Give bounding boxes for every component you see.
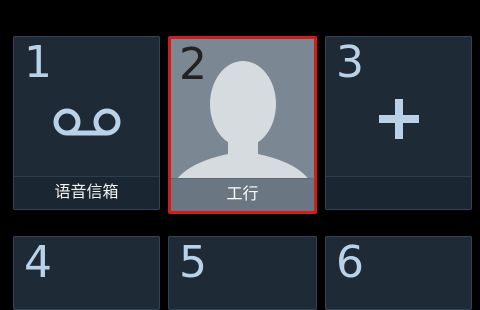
speed-dial-tile-4[interactable]: 4 bbox=[13, 236, 160, 310]
tile-label: 语音信箱 bbox=[14, 176, 159, 209]
plus-icon bbox=[378, 99, 419, 139]
speed-dial-tile-2[interactable]: 2 工行 bbox=[168, 36, 317, 214]
tile-number: 4 bbox=[24, 237, 52, 288]
tile-number: 5 bbox=[179, 237, 207, 288]
voicemail-icon bbox=[53, 108, 120, 136]
speed-dial-tile-5[interactable]: 5 bbox=[168, 236, 317, 310]
tile-number: 3 bbox=[336, 37, 364, 88]
tile-label: 工行 bbox=[171, 178, 314, 211]
speed-dial-tile-6[interactable]: 6 bbox=[325, 236, 472, 310]
tile-number: 2 bbox=[179, 39, 207, 90]
speed-dial-tile-1[interactable]: 1 语音信箱 bbox=[13, 36, 160, 210]
tile-number: 1 bbox=[24, 37, 52, 88]
tile-number: 6 bbox=[336, 237, 364, 288]
tile-label bbox=[326, 176, 471, 209]
speed-dial-tile-3[interactable]: 3 bbox=[325, 36, 472, 210]
